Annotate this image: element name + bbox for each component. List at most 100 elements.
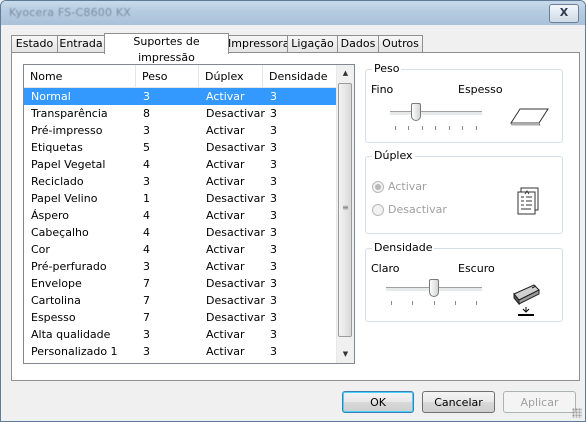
cell-peso: 3 [143, 260, 150, 273]
paper-sheet-icon [510, 108, 549, 126]
cell-peso: 4 [143, 243, 150, 256]
list-item[interactable]: Papel Vegetal 4 Activar 3 [24, 156, 337, 173]
tab-entrada[interactable]: Entrada [57, 35, 105, 53]
cell-duplex: Activar [206, 90, 245, 103]
cell-peso: 7 [143, 294, 150, 307]
duplex-activar-radio[interactable]: Activar [372, 180, 427, 193]
list-item[interactable]: Reciclado 3 Activar 3 [24, 173, 337, 190]
densidade-slider-thumb[interactable] [429, 279, 439, 297]
cell-peso: 3 [143, 90, 150, 103]
cell-densidade: 3 [270, 107, 277, 120]
printer-properties-dialog: Kyocera FS-C8600 KX X Estado Entrada Sup… [0, 0, 586, 422]
resize-grip-icon[interactable] [572, 408, 582, 418]
tab-suportes-de-impressao[interactable]: Suportes de impressão [104, 33, 229, 64]
duplex-desactivar-radio[interactable]: Desactivar [372, 203, 447, 216]
scroll-up-icon[interactable]: ▲ [337, 65, 354, 82]
duplex-group-label: Dúplex [372, 149, 415, 162]
scrollbar-thumb[interactable]: ≡ [338, 83, 352, 337]
cell-peso: 4 [143, 226, 150, 239]
cancel-button[interactable]: Cancelar [422, 391, 495, 413]
list-header: Nome Peso Dúplex Densidade [24, 65, 337, 88]
list-item[interactable]: Papel Velino 1 Desactivar 3 [24, 190, 337, 207]
cell-duplex: Desactivar [206, 141, 265, 154]
title-bar: Kyocera FS-C8600 KX X [1, 1, 585, 25]
peso-slider-thumb[interactable] [410, 103, 421, 121]
list-item[interactable]: Áspero 4 Activar 3 [24, 207, 337, 224]
cell-duplex: Activar [206, 209, 245, 222]
cell-peso: 3 [143, 328, 150, 341]
tab-outros[interactable]: Outros [378, 35, 423, 53]
cell-peso: 3 [143, 175, 150, 188]
list-item[interactable]: Normal 3 Activar 3 [24, 88, 337, 105]
list-scrollbar[interactable]: ▲ ≡ ▼ [336, 65, 354, 363]
duplex-document-icon [517, 187, 539, 215]
cell-densidade: 3 [270, 328, 277, 341]
column-header-peso[interactable]: Peso [136, 65, 199, 87]
cell-duplex: Activar [206, 328, 245, 341]
cell-duplex: Desactivar [206, 192, 265, 205]
cell-densidade: 3 [270, 175, 277, 188]
cell-nome: Cabeçalho [31, 226, 89, 239]
densidade-slider-ticks [391, 301, 477, 305]
cell-densidade: 3 [270, 311, 277, 324]
cell-densidade: 3 [270, 90, 277, 103]
cell-peso: 4 [143, 158, 150, 171]
list-item[interactable]: Alta qualidade 3 Activar 3 [24, 326, 337, 343]
cell-nome: Transparência [31, 107, 108, 120]
column-header-nome[interactable]: Nome [24, 65, 136, 87]
list-item[interactable]: Espesso 7 Desactivar 3 [24, 309, 337, 326]
tab-ligacao[interactable]: Ligação [287, 35, 338, 53]
densidade-min-label: Claro [371, 262, 400, 275]
list-item[interactable]: Transparência 8 Desactivar 3 [24, 105, 337, 122]
tab-estado[interactable]: Estado [11, 35, 58, 53]
apply-button[interactable]: Aplicar [503, 391, 576, 413]
tab-dados[interactable]: Dados [337, 35, 379, 53]
cell-nome: Espesso [31, 311, 76, 324]
duplex-group: Dúplex Activar Desactivar [365, 149, 563, 234]
list-item[interactable]: Cartolina 7 Desactivar 3 [24, 292, 337, 309]
media-type-list[interactable]: Nome Peso Dúplex Densidade Normal 3 Activa… [23, 64, 355, 364]
list-item[interactable]: Pré-impresso 3 Activar 3 [24, 122, 337, 139]
list-item[interactable]: Pré-perfurado 3 Activar 3 [24, 258, 337, 275]
peso-slider-track[interactable] [390, 111, 482, 116]
duplex-activar-label: Activar [388, 180, 427, 193]
list-item[interactable]: Cor 4 Activar 3 [24, 241, 337, 258]
list-item[interactable]: Personalizado 1 3 Activar 3 [24, 343, 337, 360]
densidade-max-label: Escuro [458, 262, 495, 275]
column-header-densidade[interactable]: Densidade [263, 65, 337, 87]
window-title: Kyocera FS-C8600 KX [9, 6, 132, 19]
cell-densidade: 3 [270, 345, 277, 358]
cell-duplex: Desactivar [206, 294, 265, 307]
close-button[interactable]: X [549, 4, 579, 23]
cell-peso: 4 [143, 209, 150, 222]
cell-nome: Normal [31, 90, 71, 103]
cell-duplex: Activar [206, 243, 245, 256]
cell-duplex: Activar [206, 124, 245, 137]
cell-nome: Alta qualidade [31, 328, 111, 341]
tab-impressora[interactable]: Impressora [227, 35, 289, 53]
cell-densidade: 3 [270, 192, 277, 205]
toner-cartridge-icon [513, 284, 540, 316]
list-item[interactable]: Cabeçalho 4 Desactivar 3 [24, 224, 337, 241]
densidade-group-label: Densidade [372, 241, 435, 254]
cell-duplex: Activar [206, 175, 245, 188]
cell-nome: Etiquetas [31, 141, 83, 154]
cell-nome: Pré-impresso [31, 124, 103, 137]
list-item[interactable]: Envelope 7 Desactivar 3 [24, 275, 337, 292]
densidade-group: Densidade Claro Escuro [365, 241, 563, 322]
cell-peso: 3 [143, 345, 150, 358]
ok-button[interactable]: OK [342, 391, 414, 413]
cell-densidade: 3 [270, 277, 277, 290]
peso-slider-ticks [395, 126, 477, 130]
cell-peso: 8 [143, 107, 150, 120]
cell-densidade: 3 [270, 158, 277, 171]
duplex-desactivar-label: Desactivar [388, 203, 447, 216]
cell-densidade: 3 [270, 124, 277, 137]
cell-densidade: 3 [270, 226, 277, 239]
scroll-down-icon[interactable]: ▼ [337, 346, 354, 363]
list-item[interactable]: Etiquetas 5 Desactivar 3 [24, 139, 337, 156]
cell-nome: Áspero [31, 209, 70, 222]
cell-duplex: Desactivar [206, 107, 265, 120]
cell-peso: 7 [143, 277, 150, 290]
column-header-duplex[interactable]: Dúplex [199, 65, 263, 87]
